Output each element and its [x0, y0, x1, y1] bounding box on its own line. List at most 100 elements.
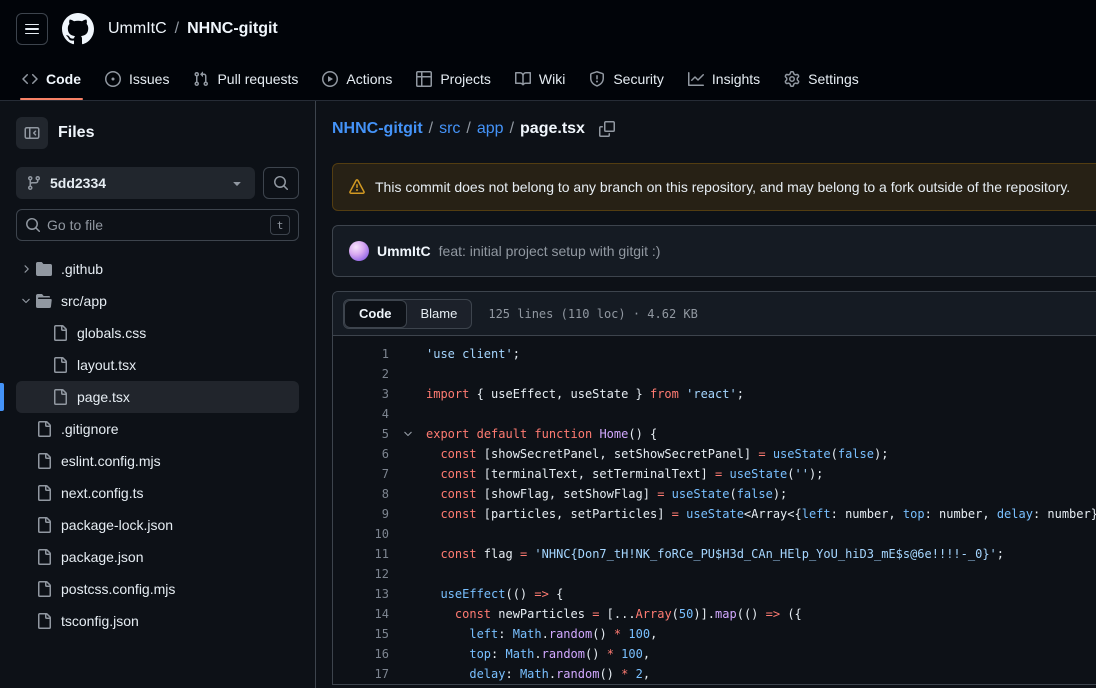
page-body: Files 5dd2334	[0, 101, 1096, 688]
code-text: delay: Math.random() * 2,	[426, 664, 650, 684]
repo-tab-insights[interactable]: Insights	[678, 58, 770, 100]
files-header: Files	[16, 117, 299, 149]
file-tree-item-layout-tsx[interactable]: layout.tsx	[16, 349, 299, 381]
line-number[interactable]: 12	[333, 564, 389, 584]
file-tree-item-github[interactable]: .github	[16, 253, 299, 285]
file-tree-item-eslint-config-mjs[interactable]: eslint.config.mjs	[16, 445, 299, 477]
chevron-spacer	[389, 644, 426, 664]
code-text: 'use client';	[426, 344, 520, 364]
code-text: useEffect(() => {	[426, 584, 563, 604]
code-line: 13 useEffect(() => {	[333, 584, 1096, 604]
line-number[interactable]: 7	[333, 464, 389, 484]
gear-icon	[784, 71, 800, 87]
tab-blame[interactable]: Blame	[407, 300, 472, 328]
line-number[interactable]: 17	[333, 664, 389, 684]
repo-tab-settings[interactable]: Settings	[774, 58, 869, 100]
code-line: 7 const [terminalText, setTerminalText] …	[333, 464, 1096, 484]
commit-message-link[interactable]: feat: initial project setup with gitgit …	[439, 243, 661, 259]
line-number[interactable]: 13	[333, 584, 389, 604]
copy-icon	[599, 121, 615, 137]
chevron-spacer	[389, 504, 426, 524]
line-number[interactable]: 5	[333, 424, 389, 444]
owner-link[interactable]: UmmItC	[108, 20, 167, 38]
avatar[interactable]	[349, 241, 369, 261]
line-number[interactable]: 4	[333, 404, 389, 424]
line-number[interactable]: 1	[333, 344, 389, 364]
repo-tab-issues[interactable]: Issues	[95, 58, 179, 100]
breadcrumb-repo-link[interactable]: NHNC-gitgit	[332, 120, 423, 138]
branch-selector[interactable]: 5dd2334	[16, 167, 255, 199]
repo-tab-security[interactable]: Security	[579, 58, 674, 100]
line-number[interactable]: 14	[333, 604, 389, 624]
file-tree-item-gitignore[interactable]: .gitignore	[16, 413, 299, 445]
file-tree-item-globals-css[interactable]: globals.css	[16, 317, 299, 349]
line-number[interactable]: 6	[333, 444, 389, 464]
code-text: left: Math.random() * 100,	[426, 624, 657, 644]
file-icon	[36, 581, 52, 597]
file-view-box: Code Blame 125 lines (110 loc) · 4.62 KB…	[332, 291, 1096, 685]
collapse-sidebar-button[interactable]	[16, 117, 48, 149]
file-name: next.config.ts	[61, 485, 144, 501]
file-tree-item-src-app[interactable]: src/app	[16, 285, 299, 317]
commit-author-link[interactable]: UmmItC	[377, 243, 431, 259]
file-tree-item-package-lock-json[interactable]: package-lock.json	[16, 509, 299, 541]
code-text: top: Math.random() * 100,	[426, 644, 650, 664]
line-number[interactable]: 3	[333, 384, 389, 404]
breadcrumb: NHNC-gitgit / src / app / page.tsx	[332, 117, 1096, 141]
tab-label: Wiki	[539, 71, 565, 87]
github-logo[interactable]	[62, 13, 94, 45]
line-number[interactable]: 2	[333, 364, 389, 384]
file-tree-item-postcss-config-mjs[interactable]: postcss.config.mjs	[16, 573, 299, 605]
repo-tab-projects[interactable]: Projects	[406, 58, 501, 100]
chevron-spacer	[389, 584, 426, 604]
app-header: UmmItC / NHNC-gitgit	[0, 0, 1096, 58]
line-number[interactable]: 11	[333, 544, 389, 564]
copy-path-button[interactable]	[599, 121, 615, 137]
chevron-spacer	[389, 404, 426, 424]
tab-code[interactable]: Code	[344, 300, 407, 328]
file-name: package-lock.json	[61, 517, 173, 533]
collapse-code-icon[interactable]	[389, 424, 426, 444]
code-line: 11 const flag = 'NHNC{Don7_tH!NK_foRCe_P…	[333, 544, 1096, 564]
commit-bar: UmmItC feat: initial project setup with …	[332, 225, 1096, 277]
files-sidebar: Files 5dd2334	[0, 101, 316, 688]
line-number[interactable]: 16	[333, 644, 389, 664]
chevron-right-icon	[20, 263, 32, 275]
search-this-repository-button[interactable]	[263, 167, 299, 199]
line-number[interactable]: 10	[333, 524, 389, 544]
code-line: 2	[333, 364, 1096, 384]
file-name: page.tsx	[77, 389, 130, 405]
repo-tabs: CodeIssuesPull requestsActionsProjects Wi…	[12, 58, 1084, 100]
file-tree: .githubsrc/appglobals.csslayout.tsx page.…	[16, 253, 299, 637]
breadcrumb-src-link[interactable]: src	[439, 120, 460, 138]
file-icon	[52, 357, 68, 373]
code-blame-switch: Code Blame	[343, 299, 472, 329]
repo-tab-actions[interactable]: Actions	[312, 58, 402, 100]
issue-opened-icon	[105, 71, 121, 87]
repo-tab-wiki[interactable]: Wiki	[505, 58, 575, 100]
git-pull-request-icon	[193, 71, 209, 87]
go-to-file-field: t	[16, 209, 299, 241]
file-tree-item-tsconfig-json[interactable]: tsconfig.json	[16, 605, 299, 637]
file-tree-item-package-json[interactable]: package.json	[16, 541, 299, 573]
repo-tab-pull-requests[interactable]: Pull requests	[183, 58, 308, 100]
line-number[interactable]: 9	[333, 504, 389, 524]
hamburger-menu-button[interactable]	[16, 13, 48, 45]
file-name: .gitignore	[61, 421, 119, 437]
breadcrumb-app-link[interactable]: app	[477, 120, 504, 138]
code-text: import { useEffect, useState } from 'rea…	[426, 384, 744, 404]
commit-warning-banner: This commit does not belong to any branc…	[332, 163, 1096, 211]
repo-nav: CodeIssuesPull requestsActionsProjects Wi…	[0, 58, 1096, 101]
file-tree-item-next-config-ts[interactable]: next.config.ts	[16, 477, 299, 509]
file-tree-item-page-tsx[interactable]: page.tsx	[16, 381, 299, 413]
line-number[interactable]: 8	[333, 484, 389, 504]
line-number[interactable]: 15	[333, 624, 389, 644]
chevron-spacer	[389, 544, 426, 564]
code-line: 17 delay: Math.random() * 2,	[333, 664, 1096, 684]
repo-link[interactable]: NHNC-gitgit	[187, 20, 278, 38]
tab-label: Insights	[712, 71, 760, 87]
triangle-down-icon	[229, 175, 245, 191]
repo-tab-code[interactable]: Code	[12, 58, 91, 100]
go-to-file-input[interactable]	[47, 217, 264, 233]
file-icon	[52, 325, 68, 341]
